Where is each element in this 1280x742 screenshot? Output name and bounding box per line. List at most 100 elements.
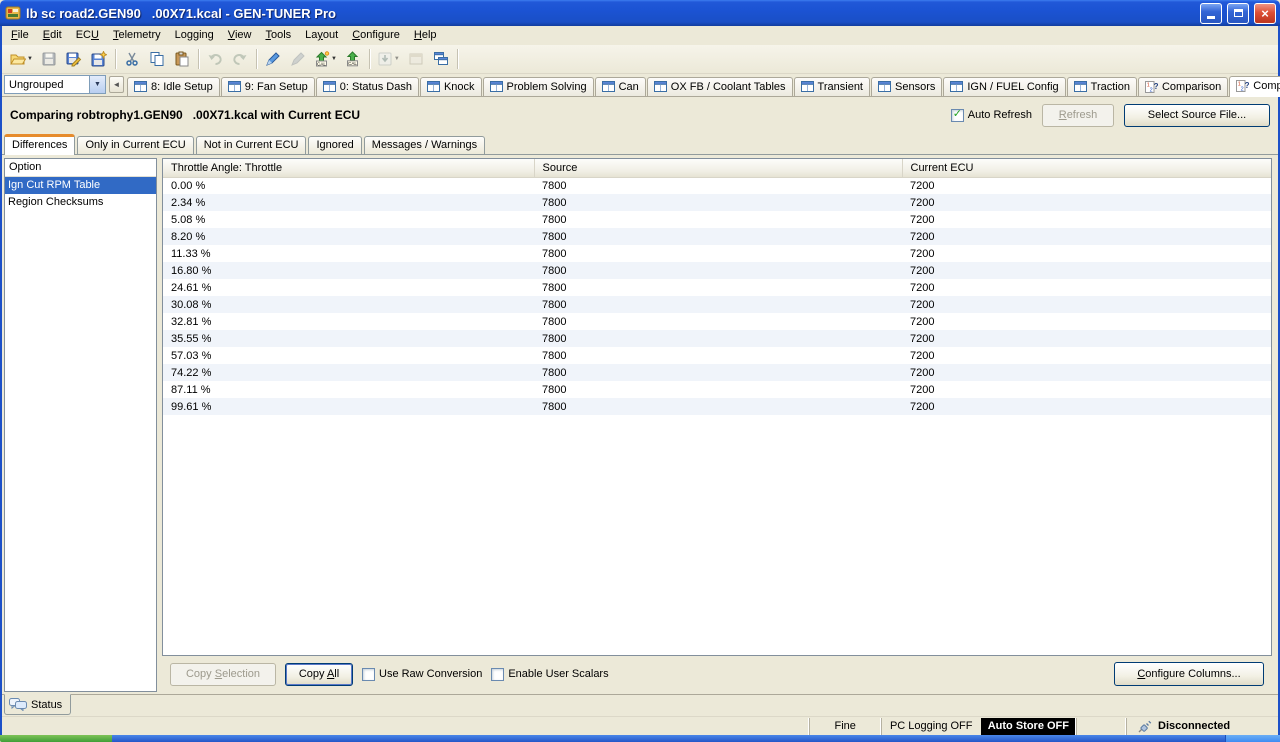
copy-selection-button[interactable]: Copy Selection <box>170 663 276 686</box>
cell-throttle[interactable]: 99.61 % <box>163 398 534 415</box>
cell-current-ecu[interactable]: 7200 <box>902 194 1271 211</box>
view-tab[interactable]: Differences <box>4 134 75 155</box>
cell-source[interactable]: 7800 <box>534 381 902 398</box>
select-source-file-button[interactable]: Select Source File... <box>1124 104 1270 127</box>
cell-current-ecu[interactable]: 7200 <box>902 279 1271 296</box>
document-tab[interactable]: 12? Traction <box>1067 77 1137 96</box>
column-header-source[interactable]: Source <box>534 159 902 177</box>
diff-table-row[interactable]: 11.33 % 7800 7200 <box>163 245 1271 262</box>
menu-item[interactable]: Tools <box>258 27 298 44</box>
cell-source[interactable]: 7800 <box>534 330 902 347</box>
cell-throttle[interactable]: 24.61 % <box>163 279 534 296</box>
diff-table-row[interactable]: 32.81 % 7800 7200 <box>163 313 1271 330</box>
window-layout-button[interactable] <box>404 47 428 71</box>
diff-table-row[interactable]: 24.61 % 7800 7200 <box>163 279 1271 296</box>
cell-throttle[interactable]: 5.08 % <box>163 211 534 228</box>
auto-refresh-checkbox[interactable]: ✓ <box>951 109 964 122</box>
cell-throttle[interactable]: 30.08 % <box>163 296 534 313</box>
menu-item[interactable]: Logging <box>168 27 221 44</box>
options-column-header[interactable]: Option <box>5 159 156 177</box>
diff-table-row[interactable]: 87.11 % 7800 7200 <box>163 381 1271 398</box>
status-panel-tab[interactable]: Status <box>4 694 71 715</box>
download-log-button[interactable]: ▼ <box>374 47 403 71</box>
cell-source[interactable]: 7800 <box>534 398 902 415</box>
use-raw-conversion-control[interactable]: Use Raw Conversion <box>362 668 482 681</box>
save-as-button[interactable] <box>62 47 86 71</box>
document-tab[interactable]: 12? Can <box>595 77 646 96</box>
diff-table-row[interactable]: 16.80 % 7800 7200 <box>163 262 1271 279</box>
diff-table-row[interactable]: 0.00 % 7800 7200 <box>163 177 1271 194</box>
configure-columns-button[interactable]: Configure Columns... <box>1114 662 1264 686</box>
cell-source[interactable]: 7800 <box>534 347 902 364</box>
cell-current-ecu[interactable]: 7200 <box>902 347 1271 364</box>
cell-throttle[interactable]: 2.34 % <box>163 194 534 211</box>
cell-current-ecu[interactable]: 7200 <box>902 364 1271 381</box>
option-list-item[interactable]: Ign Cut RPM Table <box>5 177 156 194</box>
upload-cal-button[interactable]: CAL ▼ <box>311 47 340 71</box>
refresh-button[interactable]: Refresh <box>1042 104 1114 127</box>
view-tab[interactable]: Messages / Warnings <box>364 136 485 154</box>
enable-user-scalars-checkbox[interactable] <box>491 668 504 681</box>
cell-current-ecu[interactable]: 7200 <box>902 228 1271 245</box>
document-tab[interactable]: 12? Comparison <box>1229 76 1280 97</box>
start-button-edge[interactable] <box>0 735 112 742</box>
cell-current-ecu[interactable]: 7200 <box>902 245 1271 262</box>
cell-throttle[interactable]: 35.55 % <box>163 330 534 347</box>
cell-source[interactable]: 7800 <box>534 313 902 330</box>
cell-current-ecu[interactable]: 7200 <box>902 262 1271 279</box>
document-tab[interactable]: 12? 0: Status Dash <box>316 77 419 96</box>
cell-throttle[interactable]: 32.81 % <box>163 313 534 330</box>
cell-current-ecu[interactable]: 7200 <box>902 398 1271 415</box>
paste-button[interactable] <box>170 47 194 71</box>
document-tab[interactable]: 12? Problem Solving <box>483 77 594 96</box>
highlight-button[interactable] <box>261 47 285 71</box>
diff-table-row[interactable]: 8.20 % 7800 7200 <box>163 228 1271 245</box>
cell-source[interactable]: 7800 <box>534 245 902 262</box>
diff-table-row[interactable]: 2.34 % 7800 7200 <box>163 194 1271 211</box>
copy-button[interactable] <box>145 47 169 71</box>
cell-current-ecu[interactable]: 7200 <box>902 313 1271 330</box>
document-tab[interactable]: 12? OX FB / Coolant Tables <box>647 77 793 96</box>
cell-source[interactable]: 7800 <box>534 296 902 313</box>
menu-item[interactable]: View <box>221 27 259 44</box>
option-list-item[interactable]: Region Checksums <box>5 194 156 211</box>
cut-button[interactable] <box>120 47 144 71</box>
column-header-current-ecu[interactable]: Current ECU <box>902 159 1271 177</box>
combo-dropdown-button[interactable]: ▼ <box>89 76 105 93</box>
close-button[interactable]: × <box>1254 3 1276 24</box>
save-button[interactable] <box>37 47 61 71</box>
cell-source[interactable]: 7800 <box>534 279 902 296</box>
save-new-button[interactable] <box>87 47 111 71</box>
diff-table-row[interactable]: 35.55 % 7800 7200 <box>163 330 1271 347</box>
cell-throttle[interactable]: 8.20 % <box>163 228 534 245</box>
cell-throttle[interactable]: 57.03 % <box>163 347 534 364</box>
diff-table-row[interactable]: 57.03 % 7800 7200 <box>163 347 1271 364</box>
cell-current-ecu[interactable]: 7200 <box>902 381 1271 398</box>
menu-item[interactable]: Help <box>407 27 444 44</box>
restore-button[interactable] <box>1227 3 1249 24</box>
menu-item[interactable]: Edit <box>36 27 69 44</box>
redo-button[interactable] <box>228 47 252 71</box>
cell-source[interactable]: 7800 <box>534 177 902 194</box>
cell-source[interactable]: 7800 <box>534 211 902 228</box>
cell-source[interactable]: 7800 <box>534 228 902 245</box>
highlight-alt-button[interactable] <box>286 47 310 71</box>
open-button[interactable]: ▼ <box>7 47 36 71</box>
document-tab[interactable]: 12? Knock <box>420 77 482 96</box>
cell-throttle[interactable]: 87.11 % <box>163 381 534 398</box>
menu-item[interactable]: Configure <box>345 27 407 44</box>
upload-cal-alt-button[interactable]: CAL <box>341 47 365 71</box>
cell-current-ecu[interactable]: 7200 <box>902 296 1271 313</box>
view-tab[interactable]: Not in Current ECU <box>196 136 307 154</box>
menu-item[interactable]: Telemetry <box>106 27 168 44</box>
minimize-button[interactable] <box>1200 3 1222 24</box>
enable-user-scalars-control[interactable]: Enable User Scalars <box>491 668 608 681</box>
cascade-windows-button[interactable] <box>429 47 453 71</box>
document-tab[interactable]: 12? 9: Fan Setup <box>221 77 315 96</box>
document-tab[interactable]: 12? Sensors <box>871 77 942 96</box>
view-tab[interactable]: Ignored <box>308 136 361 154</box>
use-raw-conversion-checkbox[interactable] <box>362 668 375 681</box>
document-tab[interactable]: 12? Transient <box>794 77 870 96</box>
cell-source[interactable]: 7800 <box>534 364 902 381</box>
undo-button[interactable] <box>203 47 227 71</box>
